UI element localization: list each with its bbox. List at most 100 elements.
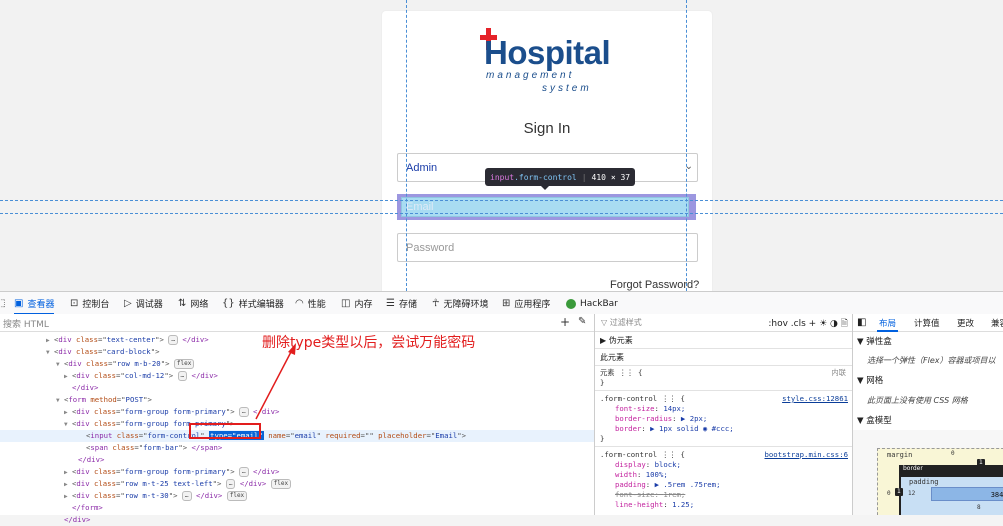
html-tree-node[interactable]: ▶ <div class="row m-t-25 text-left"> … </… — [0, 478, 594, 490]
html-tree-node[interactable]: ▼ <form method="POST"> — [0, 394, 594, 406]
style-filter-bar[interactable]: ▽ 过滤样式 :hov .cls + ☀ ◑ 🗎 — [595, 314, 852, 332]
flex-badge: flex — [173, 359, 195, 369]
element-rule[interactable]: 元素 ⋮⋮ { — [600, 368, 642, 378]
collapsed-content-badge: … — [239, 467, 249, 477]
email-field-highlight: Email — [397, 194, 696, 220]
flex-badge: flex — [226, 491, 248, 501]
print-icon: 🗎 — [840, 319, 848, 329]
tab-network[interactable]: ⇅ 网络 — [178, 292, 208, 315]
tab-style-editor[interactable]: {} 样式编辑器 — [222, 292, 284, 315]
eyedropper-icon[interactable]: ✎ — [578, 316, 586, 327]
guide-line-left — [406, 0, 407, 291]
box-model-section[interactable]: ▼ 盒模型 — [857, 414, 892, 426]
box-model-content: 384×19 — [931, 487, 1003, 501]
element-rule-inline: 内联 — [831, 368, 846, 377]
storage-icon: ☰ — [386, 298, 395, 309]
tab-layout[interactable]: 布局 — [876, 317, 899, 332]
tab-storage[interactable]: ☰ 存储 — [386, 292, 417, 315]
rule-selector[interactable]: .form-control ⋮⋮ { — [600, 450, 685, 459]
css-rules-panel: ▽ 过滤样式 :hov .cls + ☀ ◑ 🗎 ▶ 伪元素 此元素 元素 ⋮⋮… — [595, 314, 853, 515]
css-declaration[interactable]: display: block; — [615, 460, 681, 469]
css-declaration[interactable]: width: 100%; — [615, 470, 668, 479]
tab-console[interactable]: ⊡ 控制台 — [70, 292, 109, 315]
email-placeholder: Email — [406, 201, 434, 213]
margin-label: margin — [887, 451, 913, 459]
collapsed-content-badge: … — [177, 371, 188, 381]
html-tree-node[interactable]: <input class="form-control" type="email"… — [0, 430, 594, 442]
memory-icon: ◫ — [341, 298, 351, 309]
this-element-label: 此元素 — [600, 353, 624, 362]
accessibility-icon: ☥ — [432, 298, 440, 309]
html-tree-node[interactable]: ▶ <div class="form-group form-primary"> …… — [0, 406, 594, 418]
dark-theme-icon: ◑ — [830, 319, 838, 329]
hospital-logo: Hospital management system — [480, 22, 611, 100]
annotation-text: 删除type类型以后，尝试万能密码 — [262, 335, 476, 351]
tab-hackbar[interactable]: HackBar — [566, 292, 618, 315]
html-tree-node[interactable]: ▼ <div class="form-group form-primary"> — [0, 418, 594, 430]
html-tree-node[interactable]: ▶ <div class="col-md-12"> … </div> — [0, 370, 594, 382]
debugger-icon: ▷ — [124, 298, 132, 309]
grid-note: 此页面上没有使用 CSS 网格 — [867, 396, 968, 405]
tab-computed[interactable]: 计算值 — [914, 317, 940, 329]
inspector-icon: ▣ — [14, 298, 24, 309]
html-tree-node[interactable]: </div> — [0, 514, 594, 526]
layout-panel: ◧ 布局 计算值 更改 兼容 ▼ 弹性盒 选择一个弹性（Flex）容器或项目以 … — [853, 314, 1003, 515]
style-editor-icon: {} — [222, 298, 235, 309]
tab-changes[interactable]: 更改 — [957, 317, 974, 329]
tab-compatibility[interactable]: 兼容 — [991, 317, 1003, 329]
page-title: Sign In — [523, 120, 571, 137]
guide-line-bottom — [0, 213, 1003, 214]
tab-debugger[interactable]: ▷ 调试器 — [124, 292, 163, 315]
html-tree-node[interactable]: </form> — [0, 502, 594, 514]
html-tree-node[interactable]: ▶ <div class="row m-t-30"> … </div> flex — [0, 490, 594, 502]
rule-tools[interactable]: :hov .cls + ☀ ◑ 🗎 — [768, 316, 848, 332]
annotation-highlight-box — [189, 423, 261, 439]
network-icon: ⇅ — [178, 298, 187, 309]
picker-icon: ⬚ — [0, 298, 6, 309]
light-theme-icon: ☀ — [819, 319, 828, 329]
tab-application[interactable]: ⊞ 应用程序 — [502, 292, 550, 315]
add-node-icon[interactable]: + — [560, 315, 570, 329]
password-field[interactable]: Password — [397, 233, 698, 262]
devtools-toolbar: ⬚ ▣ 查看器 ⊡ 控制台 ▷ 调试器 ⇅ 网络 {} 样式编辑器 ◠ 性能 ◫ 内存 ☰ 存储… — [0, 291, 1003, 316]
html-tree-node[interactable]: ▼ <div class="row m-b-20"> flex — [0, 358, 594, 370]
css-declaration[interactable]: line-height: 1.25; — [615, 500, 694, 509]
html-search-input[interactable]: 搜索 HTML — [3, 317, 49, 330]
application-icon: ⊞ — [502, 298, 511, 309]
flexbox-section[interactable]: ▼ 弹性盒 — [857, 335, 892, 347]
html-tree-node[interactable]: ▶ <div class="form-group form-primary"> …… — [0, 466, 594, 478]
css-declaration[interactable]: border-radius: ▶ 2px; — [615, 414, 707, 423]
rule-selector[interactable]: .form-control ⋮⋮ { — [600, 394, 685, 403]
css-declaration[interactable]: font-size: 14px; — [615, 404, 685, 413]
border-label: border — [901, 465, 925, 473]
html-search-bar[interactable]: 搜索 HTML + ✎ — [0, 314, 594, 332]
css-declaration[interactable]: border: ▶ 1px solid ◉ #ccc; — [615, 424, 734, 433]
style-filter-input[interactable]: ▽ 过滤样式 — [601, 317, 642, 328]
console-icon: ⊡ — [70, 298, 79, 309]
tab-performance[interactable]: ◠ 性能 — [295, 292, 326, 315]
element-picker-button[interactable]: ⬚ — [0, 292, 9, 315]
web-page-area: Hospital management system Sign In Admin… — [0, 0, 1003, 291]
rule-source-link[interactable]: bootstrap.min.css:6 — [765, 450, 848, 459]
css-declaration[interactable]: font-size: 1rem; — [615, 490, 685, 499]
layout-tabs: ◧ 布局 计算值 更改 兼容 — [853, 314, 1003, 332]
hackbar-icon — [566, 298, 576, 309]
rule-source-link[interactable]: style.css:12861 — [782, 394, 848, 403]
html-tree-node[interactable]: </div> — [0, 454, 594, 466]
collapsed-content-badge: … — [168, 335, 178, 345]
guide-line-top — [0, 200, 1003, 201]
logo-subtitle-2: system — [542, 83, 592, 94]
role-select-value: Admin — [406, 162, 438, 174]
html-tree-node[interactable]: <span class="form-bar"> </span> — [0, 442, 594, 454]
logo-subtitle-1: management — [486, 70, 575, 81]
logo-wordmark: Hospital — [484, 34, 611, 71]
css-declaration[interactable]: padding: ▶ .5rem .75rem; — [615, 480, 720, 489]
sidebar-toggle-icon[interactable]: ◧ — [857, 317, 866, 328]
tab-memory[interactable]: ◫ 内存 — [341, 292, 372, 315]
tab-accessibility[interactable]: ☥ 无障碍环境 — [432, 292, 488, 315]
grid-section[interactable]: ▼ 网格 — [857, 374, 883, 386]
password-placeholder: Password — [406, 242, 455, 254]
tab-inspector[interactable]: ▣ 查看器 — [14, 292, 55, 315]
html-tree-node[interactable]: </div> — [0, 382, 594, 394]
pseudo-elements-toggle[interactable]: ▶ 伪元素 — [600, 335, 633, 346]
